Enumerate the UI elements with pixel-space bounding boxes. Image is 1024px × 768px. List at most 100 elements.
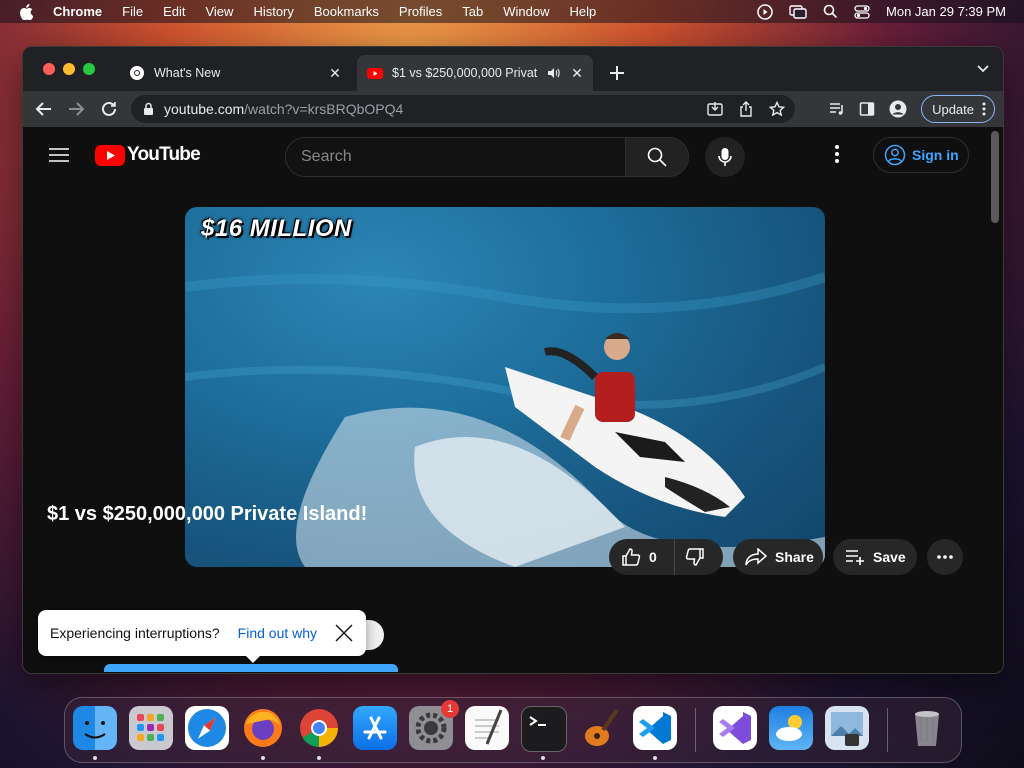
save-label: Save	[873, 549, 906, 565]
app-store-icon[interactable]	[353, 706, 397, 750]
menu-history[interactable]: History	[253, 4, 293, 19]
account-circle-icon	[884, 144, 906, 166]
visual-studio-icon[interactable]	[713, 706, 757, 750]
youtube-header: YouTube Sign in	[23, 127, 983, 183]
screen-mirroring-icon[interactable]	[789, 4, 807, 20]
update-label: Update	[932, 101, 974, 117]
youtube-logo[interactable]: YouTube	[95, 144, 201, 166]
running-indicator	[653, 756, 657, 760]
menu-view[interactable]: View	[205, 4, 233, 19]
page-scrollbar[interactable]	[991, 131, 999, 223]
running-indicator	[93, 756, 97, 760]
youtube-play-logo-icon	[95, 144, 125, 166]
forward-arrow-icon[interactable]	[67, 100, 85, 118]
launchpad-icon[interactable]	[129, 706, 173, 750]
share-button[interactable]: Share	[733, 539, 823, 575]
tab-whats-new[interactable]: What's New ✕	[119, 55, 351, 91]
menu-tab[interactable]: Tab	[462, 4, 483, 19]
youtube-favicon-icon	[367, 68, 383, 79]
trash-icon[interactable]	[905, 706, 949, 750]
apple-menu-icon[interactable]	[19, 3, 33, 20]
new-tab-button[interactable]	[607, 63, 627, 83]
share-label: Share	[775, 549, 814, 565]
add-to-playlist-icon	[846, 550, 864, 565]
settings-more-icon[interactable]	[835, 145, 839, 163]
menu-file[interactable]: File	[122, 4, 143, 19]
more-actions-button[interactable]	[927, 539, 963, 575]
menu-bookmarks[interactable]: Bookmarks	[314, 4, 379, 19]
chrome-icon[interactable]	[297, 706, 341, 750]
share-arrow-icon	[745, 548, 767, 566]
chrome-window: What's New ✕ $1 vs $250,000,000 Privat ✕…	[22, 46, 1004, 674]
safari-icon[interactable]	[185, 706, 229, 750]
share-page-icon[interactable]	[739, 101, 753, 117]
menu-edit[interactable]: Edit	[163, 4, 185, 19]
search-icon	[647, 147, 667, 167]
more-horizontal-icon	[937, 555, 953, 559]
notification-badge: 1	[441, 700, 459, 718]
bookmark-star-icon[interactable]	[769, 101, 785, 117]
sign-in-button[interactable]: Sign in	[873, 137, 969, 173]
find-out-why-link[interactable]: Find out why	[238, 625, 317, 641]
minimize-window-button[interactable]	[63, 63, 75, 75]
tab-strip: What's New ✕ $1 vs $250,000,000 Privat ✕	[23, 47, 1003, 91]
control-center-icon[interactable]	[854, 4, 870, 19]
search-button[interactable]	[625, 138, 688, 176]
menu-bar: Chrome File Edit View History Bookmarks …	[0, 0, 1024, 23]
back-arrow-icon[interactable]	[35, 100, 53, 118]
zoom-window-button[interactable]	[83, 63, 95, 75]
video-title: $1 vs $250,000,000 Private Island!	[47, 503, 368, 525]
preview-icon[interactable]	[825, 706, 869, 750]
guide-menu-icon[interactable]	[49, 147, 69, 163]
running-indicator	[541, 756, 545, 760]
weather-icon[interactable]	[769, 706, 813, 750]
install-app-icon[interactable]	[707, 101, 723, 117]
dislike-button[interactable]	[675, 547, 705, 567]
firefox-icon[interactable]	[241, 706, 285, 750]
save-button[interactable]: Save	[833, 539, 917, 575]
vscode-icon[interactable]	[633, 706, 677, 750]
profile-avatar-icon[interactable]	[889, 100, 907, 118]
voice-search-button[interactable]	[705, 137, 745, 177]
dock: 1	[64, 697, 962, 763]
menu-app-name[interactable]: Chrome	[53, 4, 102, 19]
youtube-wordmark: YouTube	[127, 144, 201, 165]
menu-help[interactable]: Help	[570, 4, 597, 19]
reload-icon[interactable]	[100, 100, 118, 118]
terminal-icon[interactable]	[521, 706, 567, 752]
tooltip-pointer	[246, 656, 260, 663]
menu-window[interactable]: Window	[503, 4, 549, 19]
address-bar[interactable]: youtube.com/watch?v=krsBRQbOPQ4	[131, 95, 795, 123]
search-input[interactable]	[286, 138, 625, 176]
media-play-icon[interactable]	[757, 3, 773, 20]
dock-separator	[695, 708, 696, 752]
sign-in-label: Sign in	[912, 147, 959, 163]
media-controls-icon[interactable]	[829, 101, 845, 117]
close-icon[interactable]	[333, 622, 355, 644]
tab-search-chevron-icon[interactable]	[977, 65, 989, 73]
chrome-favicon-icon	[130, 66, 144, 80]
audio-playing-icon[interactable]	[547, 66, 561, 80]
lock-icon[interactable]	[143, 102, 154, 116]
browser-toolbar: youtube.com/watch?v=krsBRQbOPQ4 Update	[23, 91, 1003, 127]
side-panel-icon[interactable]	[859, 101, 875, 117]
spotlight-search-icon[interactable]	[823, 4, 838, 19]
close-tab-icon[interactable]: ✕	[569, 65, 585, 81]
close-window-button[interactable]	[43, 63, 55, 75]
close-tab-icon[interactable]: ✕	[327, 65, 343, 81]
thumbs-down-icon	[685, 548, 704, 566]
like-dislike-group: 0	[609, 539, 723, 575]
search-bar	[285, 137, 689, 177]
update-chrome-button[interactable]: Update	[921, 95, 995, 123]
system-settings-icon[interactable]: 1	[409, 700, 459, 750]
menu-profiles[interactable]: Profiles	[399, 4, 442, 19]
tab-title: What's New	[154, 66, 221, 80]
menu-clock[interactable]: Mon Jan 29 7:39 PM	[886, 4, 1006, 19]
like-button[interactable]: 0	[609, 539, 675, 575]
finder-icon[interactable]	[73, 706, 117, 750]
url-text[interactable]: youtube.com/watch?v=krsBRQbOPQ4	[164, 101, 403, 117]
tab-youtube-video[interactable]: $1 vs $250,000,000 Privat ✕	[357, 55, 593, 91]
running-indicator	[317, 756, 321, 760]
textedit-icon[interactable]	[465, 706, 509, 750]
garageband-icon[interactable]	[577, 706, 621, 750]
